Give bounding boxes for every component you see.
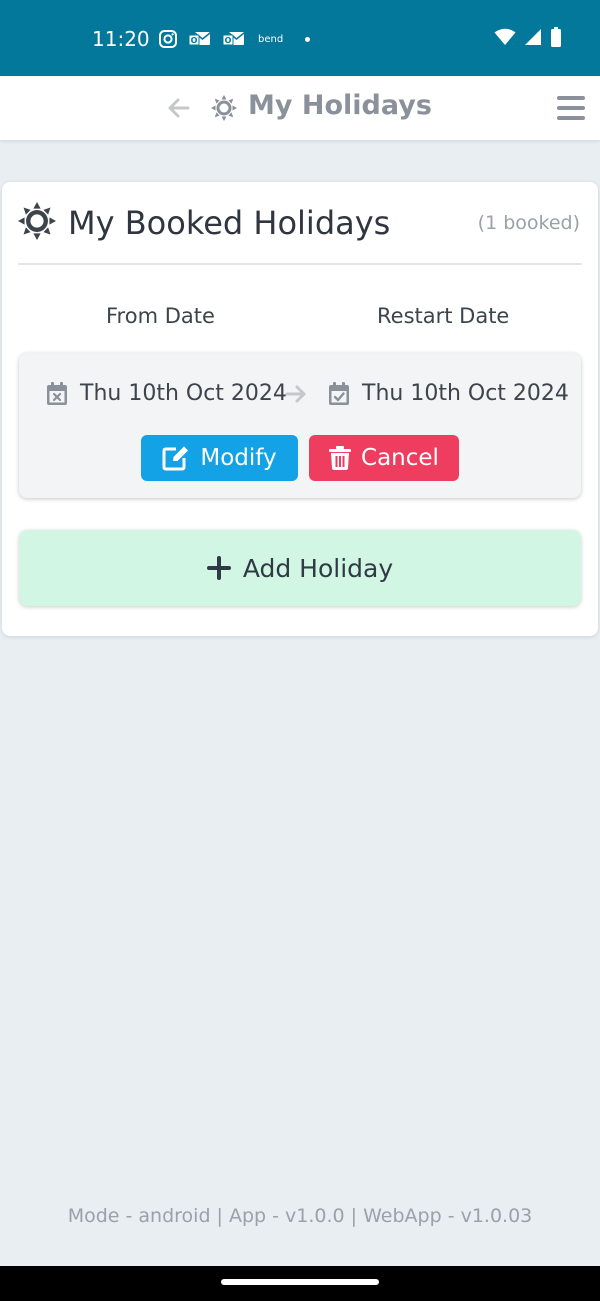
cancel-label: Cancel — [361, 445, 439, 471]
notification-app-label: bend — [258, 33, 284, 45]
arrow-left-icon[interactable] — [166, 95, 192, 121]
edit-icon — [162, 446, 189, 471]
calendar-x-icon — [47, 382, 67, 405]
version-footer: Mode - android | App - v1.0.0 | WebApp -… — [67, 1205, 533, 1227]
cancel-button[interactable]: Cancel — [309, 435, 459, 481]
wifi-icon — [494, 28, 516, 45]
calendar-check-icon — [329, 382, 349, 405]
add-holiday-label: Add Holiday — [242, 553, 394, 583]
navigation-bar — [0, 1266, 600, 1301]
booked-holidays-card: My Booked Holidays (1 booked) From Date … — [2, 182, 598, 636]
from-date-value: Thu 10th Oct 2024 — [80, 381, 287, 406]
card-title: My Booked Holidays — [68, 204, 391, 242]
booked-count: (1 booked) — [477, 212, 580, 234]
status-bar: 11:20 O O bend — [0, 0, 600, 76]
svg-text:O: O — [225, 36, 232, 45]
page-title: My Holidays — [248, 90, 432, 121]
from-date-header: From Date — [106, 304, 215, 328]
outlook-icon: O — [222, 32, 245, 46]
svg-text:O: O — [191, 36, 198, 45]
hamburger-icon[interactable] — [557, 96, 585, 120]
divider — [18, 263, 582, 265]
modify-label: Modify — [200, 445, 277, 471]
restart-date-header: Restart Date — [377, 304, 510, 328]
battery-icon — [551, 27, 561, 47]
notification-icons: O O bend — [158, 29, 311, 49]
sun-gear-icon — [211, 95, 237, 121]
add-holiday-button[interactable]: Add Holiday — [19, 530, 581, 606]
signal-icon — [525, 29, 541, 45]
app-header: My Holidays — [0, 76, 600, 140]
arrow-right-icon — [285, 385, 306, 403]
system-icons — [494, 27, 562, 47]
plus-icon — [206, 556, 231, 580]
sun-gear-icon — [18, 202, 56, 240]
restart-date-value: Thu 10th Oct 2024 — [362, 381, 569, 406]
more-notifications-dot — [305, 36, 311, 42]
instagram-icon — [159, 30, 177, 48]
trash-icon — [329, 446, 352, 470]
status-time: 11:20 — [92, 27, 150, 51]
outlook-icon: O — [188, 32, 211, 46]
holiday-item: Thu 10th Oct 2024 Thu 10th Oct 2024 Modi… — [19, 353, 581, 498]
modify-button[interactable]: Modify — [141, 435, 298, 481]
home-handle[interactable] — [221, 1279, 379, 1285]
